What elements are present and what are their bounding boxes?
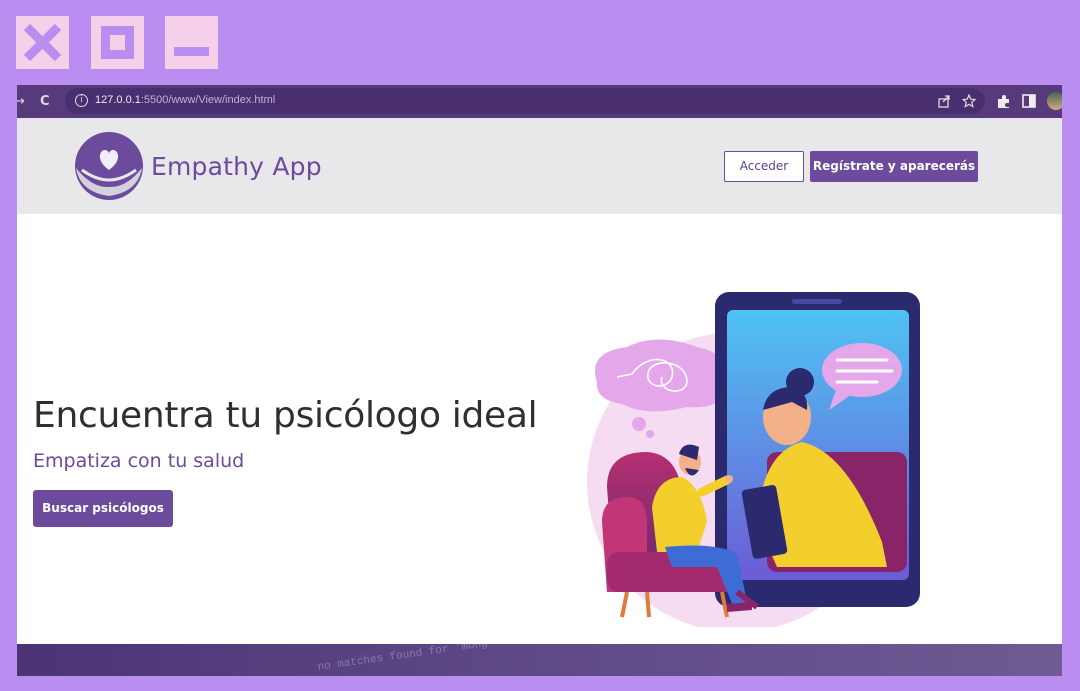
sidepanel-icon[interactable]: [1022, 94, 1036, 108]
url-path: :5500/www/View/index.html: [140, 94, 276, 106]
window-minimize-button[interactable]: [165, 16, 218, 69]
site-header: Empathy App Acceder Regístrate y aparece…: [17, 118, 1062, 214]
browser-toolbar: → C i 127.0.0.1:5500/www/View/index.html: [17, 85, 1062, 118]
back-button[interactable]: →: [17, 94, 25, 109]
maximize-icon: [101, 26, 134, 59]
browser-window: → C i 127.0.0.1:5500/www/View/index.html: [17, 85, 1062, 676]
window-close-button[interactable]: [16, 16, 69, 69]
close-icon: [23, 23, 62, 62]
extensions-icon[interactable]: [996, 94, 1011, 109]
profile-avatar[interactable]: [1047, 92, 1062, 110]
hero-subtitle: Empatiza con tu salud: [33, 450, 245, 472]
minimize-icon: [174, 47, 209, 56]
search-psychologists-button[interactable]: Buscar psicólogos: [33, 490, 173, 527]
hero-section: Encuentra tu psicólogo ideal Empatiza co…: [17, 214, 1062, 644]
share-icon[interactable]: [937, 94, 951, 108]
reload-button[interactable]: C: [40, 94, 50, 109]
therapy-illustration: [587, 292, 920, 627]
url-host: 127.0.0.1: [95, 94, 141, 106]
login-button[interactable]: Acceder: [724, 151, 804, 182]
address-bar[interactable]: i 127.0.0.1:5500/www/View/index.html: [65, 88, 985, 114]
register-button[interactable]: Regístrate y aparecerás: [810, 151, 978, 182]
footer-background-text: no matches found for 'mong: [317, 644, 489, 674]
window-maximize-button[interactable]: [91, 16, 144, 69]
hero-title: Encuentra tu psicólogo ideal: [33, 395, 538, 436]
info-icon[interactable]: i: [75, 94, 88, 107]
heart-logo-icon[interactable]: [72, 130, 146, 202]
footer-band: no matches found for 'mong: [17, 644, 1062, 676]
star-icon[interactable]: [962, 94, 976, 108]
brand-name[interactable]: Empathy App: [151, 152, 322, 181]
url-text[interactable]: 127.0.0.1:5500/www/View/index.html: [95, 94, 275, 106]
